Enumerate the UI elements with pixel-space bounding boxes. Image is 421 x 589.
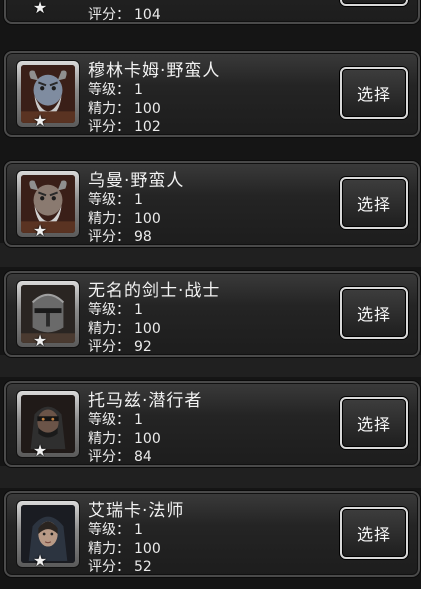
hero-card: ★ 无名的剑士·战士 等级： 1 精力： 100 评分： 92 选择 — [4, 271, 420, 357]
level-stat: 等级： 1 — [88, 82, 143, 98]
level-stat: 等级： 1 — [88, 302, 143, 318]
hero-name: 穆林卡姆·野蛮人 — [88, 61, 221, 81]
separator: ： — [116, 211, 130, 227]
star-icon: ★ — [32, 0, 48, 17]
score-label: 评分 — [88, 339, 116, 355]
energy-value: 100 — [134, 211, 161, 227]
score-stat: 评分： 104 — [88, 7, 161, 23]
level-value: 1 — [134, 302, 143, 318]
score-value: 52 — [134, 559, 152, 575]
score-label: 评分 — [88, 229, 116, 245]
score-value: 104 — [134, 7, 161, 23]
hero-name: 无名的剑士·战士 — [88, 281, 221, 301]
energy-label: 精力 — [88, 101, 116, 117]
star-icon: ★ — [32, 221, 48, 240]
level-label: 等级 — [88, 522, 116, 538]
score-value: 84 — [134, 449, 152, 465]
separator: ： — [116, 7, 130, 23]
level-stat: 等级： 1 — [88, 412, 143, 428]
score-stat: 评分： 84 — [88, 449, 152, 465]
hero-card: ★ 穆林卡姆·野蛮人 等级： 1 精力： 100 评分： 102 选择 — [4, 51, 420, 137]
select-button[interactable]: 选择 — [340, 397, 408, 449]
energy-stat: 精力： 100 — [88, 321, 161, 337]
select-button[interactable]: 选择 — [340, 67, 408, 119]
separator: ： — [116, 449, 130, 465]
level-value: 1 — [134, 192, 143, 208]
level-label: 等级 — [88, 82, 116, 98]
hero-select-list: ★ 评分： 104 ★ 穆林卡姆·野蛮人 等级： 1 精力： 100 评分： 1… — [0, 0, 421, 589]
star-icon: ★ — [32, 551, 48, 570]
level-label: 等级 — [88, 302, 116, 318]
separator: ： — [116, 339, 130, 355]
select-button[interactable]: 选择 — [340, 507, 408, 559]
select-button[interactable] — [340, 0, 408, 6]
hero-name: 托马兹·潜行者 — [88, 391, 203, 411]
score-label: 评分 — [88, 119, 116, 135]
score-value: 102 — [134, 119, 161, 135]
energy-stat: 精力： 100 — [88, 431, 161, 447]
energy-label: 精力 — [88, 431, 116, 447]
energy-stat: 精力： 100 — [88, 101, 161, 117]
score-stat: 评分： 92 — [88, 339, 152, 355]
separator: ： — [116, 412, 130, 428]
hero-card: ★ 评分： 104 — [4, 0, 420, 24]
energy-value: 100 — [134, 321, 161, 337]
separator: ： — [116, 229, 130, 245]
score-stat: 评分： 102 — [88, 119, 161, 135]
energy-label: 精力 — [88, 211, 116, 227]
score-value: 98 — [134, 229, 152, 245]
level-value: 1 — [134, 82, 143, 98]
level-stat: 等级： 1 — [88, 192, 143, 208]
separator: ： — [116, 192, 130, 208]
level-label: 等级 — [88, 412, 116, 428]
energy-stat: 精力： 100 — [88, 541, 161, 557]
score-label: 评分 — [88, 559, 116, 575]
level-stat: 等级： 1 — [88, 522, 143, 538]
separator: ： — [116, 101, 130, 117]
hero-card: ★ 乌曼·野蛮人 等级： 1 精力： 100 评分： 98 选择 — [4, 161, 420, 247]
select-button[interactable]: 选择 — [340, 177, 408, 229]
star-icon: ★ — [32, 331, 48, 350]
separator: ： — [116, 431, 130, 447]
score-stat: 评分： 98 — [88, 229, 152, 245]
select-button[interactable]: 选择 — [340, 287, 408, 339]
separator: ： — [116, 82, 130, 98]
separator: ： — [116, 522, 130, 538]
score-value: 92 — [134, 339, 152, 355]
energy-value: 100 — [134, 101, 161, 117]
separator: ： — [116, 559, 130, 575]
separator: ： — [116, 321, 130, 337]
energy-stat: 精力： 100 — [88, 211, 161, 227]
hero-card: ★ 艾瑞卡·法师 等级： 1 精力： 100 评分： 52 选择 — [4, 491, 420, 577]
level-value: 1 — [134, 522, 143, 538]
separator: ： — [116, 302, 130, 318]
hero-name: 乌曼·野蛮人 — [88, 171, 185, 191]
energy-value: 100 — [134, 431, 161, 447]
star-icon: ★ — [32, 111, 48, 130]
score-label: 评分 — [88, 449, 116, 465]
energy-value: 100 — [134, 541, 161, 557]
energy-label: 精力 — [88, 321, 116, 337]
separator: ： — [116, 541, 130, 557]
score-stat: 评分： 52 — [88, 559, 152, 575]
level-value: 1 — [134, 412, 143, 428]
energy-label: 精力 — [88, 541, 116, 557]
hero-name: 艾瑞卡·法师 — [88, 501, 185, 521]
score-label: 评分 — [88, 7, 116, 23]
star-icon: ★ — [32, 441, 48, 460]
hero-card: ★ 托马兹·潜行者 等级： 1 精力： 100 评分： 84 选择 — [4, 381, 420, 467]
level-label: 等级 — [88, 192, 116, 208]
separator: ： — [116, 119, 130, 135]
